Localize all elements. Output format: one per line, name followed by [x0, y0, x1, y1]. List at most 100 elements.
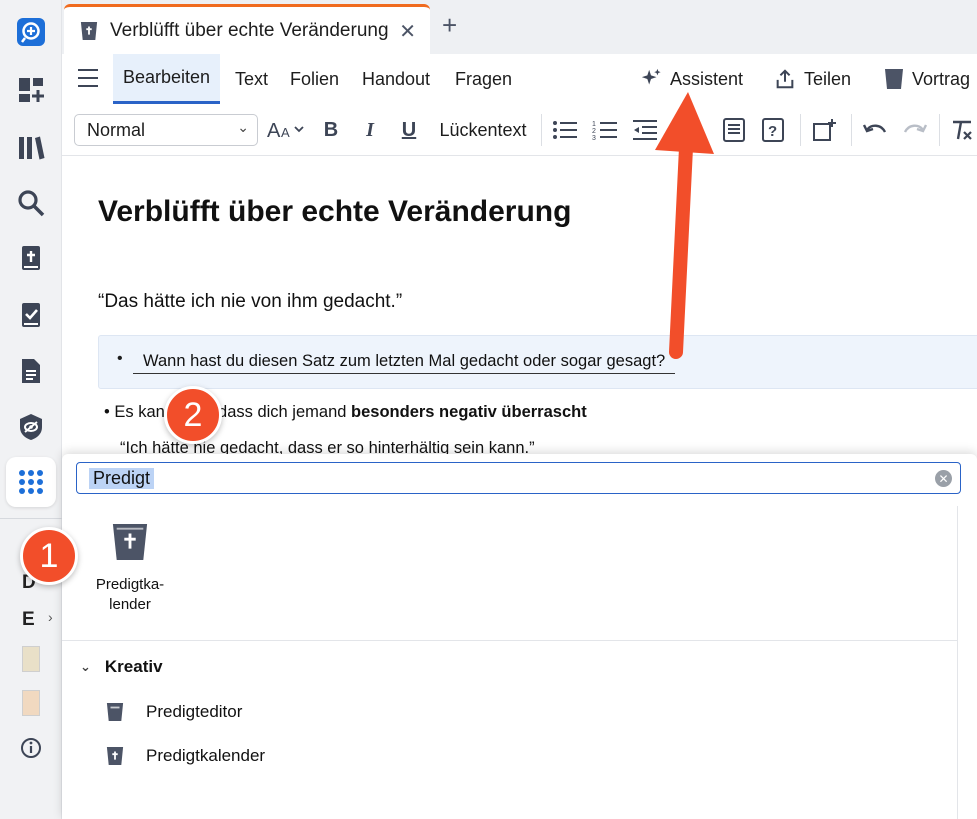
underline-button[interactable]: U	[398, 116, 420, 144]
search-input-value: Predigt	[89, 467, 155, 489]
font-size-button[interactable]: AA	[267, 116, 307, 144]
insert-box-icon	[813, 119, 836, 141]
numbered-list-button[interactable]: 123	[592, 116, 618, 144]
add-tab-button[interactable]: +	[442, 12, 457, 38]
format-toolbar: Normal ⌄ AA B I U Lückentext 123 ?	[62, 104, 977, 156]
question-icon: ?	[762, 118, 784, 142]
highlighted-paragraph[interactable]: • Wann hast du diesen Satz zum letzten M…	[98, 335, 977, 389]
dashboard-add-icon[interactable]	[13, 72, 49, 108]
italic-button[interactable]: I	[359, 116, 381, 144]
popup-divider	[62, 640, 957, 641]
app-search-input[interactable]: Predigt ✕	[76, 462, 961, 494]
share-button[interactable]: Teilen	[774, 54, 851, 104]
search-icon[interactable]	[13, 185, 49, 221]
app-logo-icon[interactable]	[13, 14, 49, 50]
present-button[interactable]: Vortrag	[884, 54, 970, 104]
list-item-predigtkalender[interactable]: Predigtkalender	[106, 746, 265, 766]
library-icon[interactable]	[13, 130, 49, 166]
chevron-right-icon[interactable]: ›	[48, 609, 53, 625]
redo-button[interactable]	[902, 116, 928, 144]
page-layout-icon	[723, 118, 745, 142]
bold-icon: B	[323, 118, 339, 141]
share-icon	[776, 69, 794, 89]
undo-icon	[862, 124, 887, 133]
svg-text:3: 3	[592, 135, 596, 141]
annotation-badge-1: 1	[20, 527, 78, 585]
numbered-list-icon: 123	[592, 121, 617, 141]
sermon-icon	[80, 21, 98, 40]
undo-button[interactable]	[862, 116, 888, 144]
sermon-editor-icon	[106, 703, 124, 721]
svg-text:A: A	[281, 125, 290, 140]
section-kreativ[interactable]: ⌄ Kreativ	[80, 657, 163, 677]
italic-icon: I	[366, 118, 374, 141]
clear-format-button[interactable]	[950, 116, 974, 144]
left-sidebar: D E ›	[0, 0, 62, 819]
present-label: Vortrag	[912, 68, 971, 89]
sparkle-icon	[641, 68, 661, 85]
insert-box-button[interactable]	[812, 116, 836, 144]
clear-search-icon[interactable]: ✕	[935, 470, 952, 487]
menu-row: Bearbeiten Text Folien Handout Fragen As…	[62, 54, 977, 104]
popup-scrollbar[interactable]	[957, 506, 969, 819]
page-layout-button[interactable]	[722, 116, 746, 144]
close-icon[interactable]: ✕	[399, 19, 416, 44]
toolbar-separator	[800, 114, 801, 146]
hamburger-menu-icon[interactable]	[78, 69, 98, 87]
paragraph-style-value: Normal	[87, 119, 146, 140]
sidebar-thumbnail-2[interactable]	[22, 690, 40, 716]
chevron-down-icon: ⌄	[80, 659, 91, 674]
question-button[interactable]: ?	[761, 116, 785, 144]
bullet-text: Es kann sein, dass dich jemand	[114, 403, 347, 421]
sermon-calendar-icon	[106, 747, 124, 765]
section-kreativ-label: Kreativ	[104, 657, 163, 676]
toolbar-separator	[541, 114, 542, 146]
info-icon[interactable]	[13, 730, 49, 766]
sermon-calendar-icon	[112, 523, 148, 561]
clear-format-icon	[953, 120, 972, 140]
svg-text:1: 1	[592, 121, 596, 128]
annotation-badge-2: 2	[164, 386, 222, 444]
bold-button[interactable]: B	[320, 116, 342, 144]
list-item-label: Predigtkalender	[146, 746, 266, 765]
result-tile-predigtkalender[interactable]: Predigtka- lender	[84, 522, 176, 615]
bullet-list-button[interactable]	[552, 116, 578, 144]
chevron-down-icon: ⌄	[237, 119, 249, 135]
sermon-icon	[885, 69, 903, 89]
document-quote[interactable]: “Das hätte ich nie von ihm gedacht.”	[98, 291, 402, 313]
apps-grid-button[interactable]	[6, 457, 56, 507]
tab-fragen[interactable]: Fragen	[455, 54, 512, 104]
bible-icon[interactable]	[13, 240, 49, 276]
tab-handout[interactable]: Handout	[362, 54, 430, 104]
list-item-label: Predigteditor	[146, 702, 243, 721]
shield-eye-icon[interactable]	[13, 409, 49, 445]
plan-checklist-icon[interactable]	[13, 297, 49, 333]
outdent-button[interactable]	[632, 116, 658, 144]
app-search-popup: Predigt ✕ Predigtka- lender ⌄ Kreativ Pr…	[62, 454, 977, 819]
tab-title: Verblüfft über echte Veränderung	[110, 19, 389, 41]
svg-text:2: 2	[592, 128, 596, 135]
toolbar-separator	[939, 114, 940, 146]
cloze-button[interactable]: Lückentext	[438, 116, 528, 144]
sidebar-item-e[interactable]: E	[22, 609, 35, 631]
share-label: Teilen	[804, 68, 852, 89]
font-size-icon: AA	[267, 120, 304, 142]
toolbar-separator	[851, 114, 852, 146]
svg-text:?: ?	[768, 123, 777, 140]
assistant-button[interactable]: Assistent	[640, 54, 743, 104]
apps-grid-icon	[19, 470, 43, 494]
bullet-list-icon	[553, 121, 577, 139]
document-icon[interactable]	[13, 353, 49, 389]
tab-document[interactable]: Verblüfft über echte Veränderung ✕	[64, 4, 430, 54]
bullet-marker: •	[117, 350, 123, 367]
list-item-predigteditor[interactable]: Predigteditor	[106, 702, 242, 722]
tab-folien[interactable]: Folien	[290, 54, 339, 104]
tab-bearbeiten[interactable]: Bearbeiten	[113, 54, 221, 104]
svg-text:A: A	[267, 120, 281, 142]
tab-text[interactable]: Text	[235, 54, 268, 104]
document-title[interactable]: Verblüfft über echte Veränderung	[98, 195, 571, 229]
sidebar-thumbnail-1[interactable]	[22, 646, 40, 672]
highlighted-bullet-text[interactable]: Wann hast du diesen Satz zum letzten Mal…	[133, 352, 676, 374]
redo-icon	[903, 124, 928, 133]
paragraph-style-select[interactable]: Normal ⌄	[74, 114, 258, 146]
